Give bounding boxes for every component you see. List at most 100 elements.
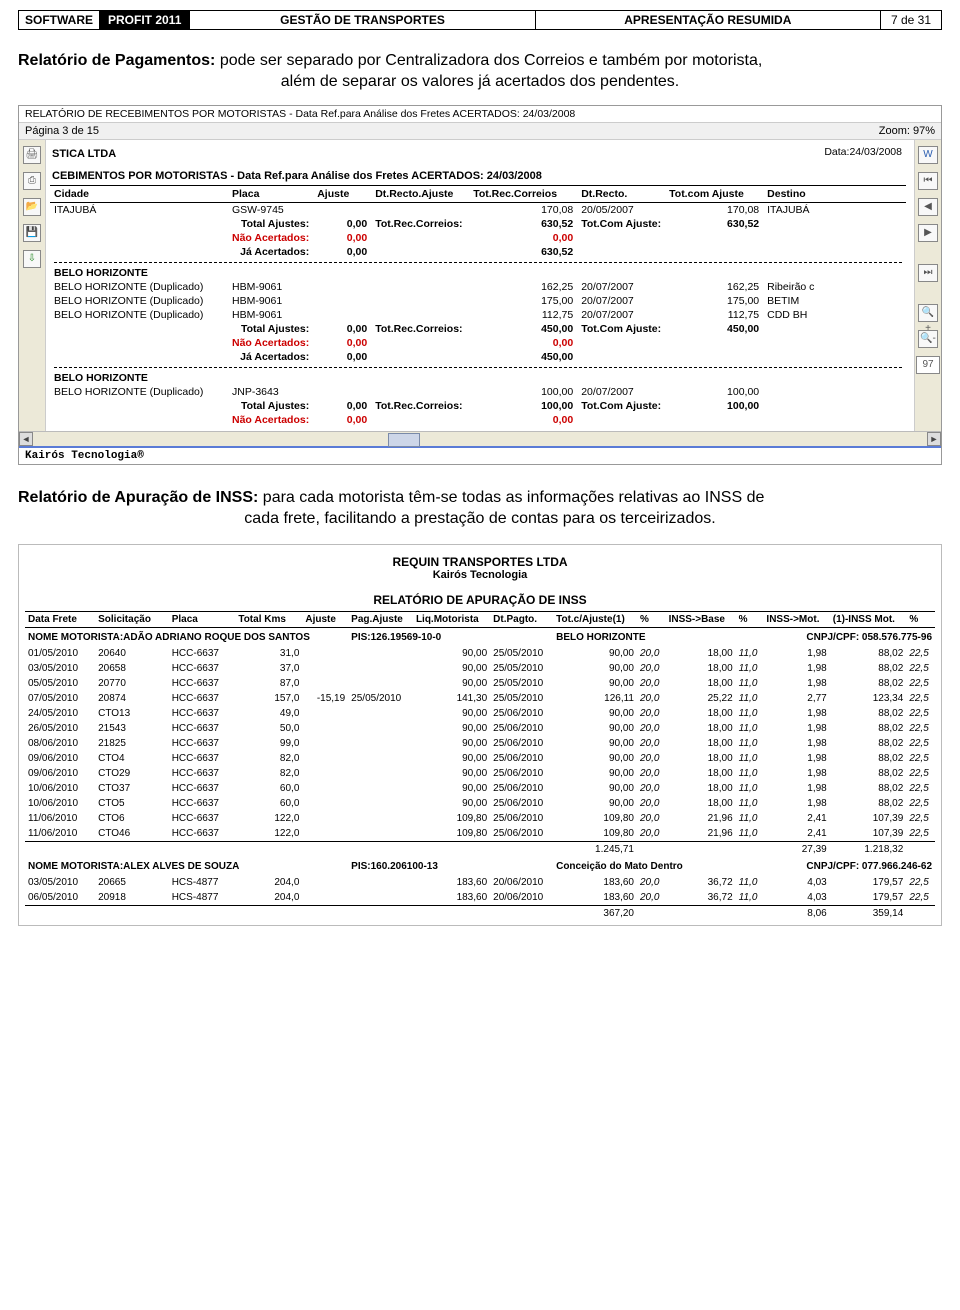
col-pct1: % [637, 612, 666, 628]
report-window: RELATÓRIO DE RECEBIMENTOS POR MOTORISTAS… [18, 105, 942, 465]
inss-kairos: Kairós Tecnologia [25, 569, 935, 581]
col-inss-mot: INSS->Mot. [763, 612, 829, 628]
table-row: 01/05/201020640HCC-663731,090,0025/05/20… [25, 646, 935, 661]
col-tot-rec-correios: Tot.Rec.Correios [469, 186, 577, 203]
scroll-right-icon[interactable]: ► [927, 432, 941, 446]
doc-header: SOFTWARE PROFIT 2011 GESTÃO DE TRANSPORT… [18, 10, 942, 30]
nav-prev-icon[interactable]: ◀ [918, 198, 938, 216]
table-row: 10/06/2010CTO5HCC-663760,090,0025/06/201… [25, 796, 935, 811]
inss-company: REQUIN TRANSPORTES LTDA [25, 555, 935, 569]
section-pagamentos-title: Relatório de Pagamentos: pode ser separa… [18, 52, 942, 70]
col-liq-motorista: Liq.Motorista [413, 612, 490, 628]
table-row: ITAJUBÁ GSW-9745 170,08 20/05/2007 170,0… [50, 203, 906, 218]
table-row: 08/06/201021825HCC-663799,090,0025/06/20… [25, 736, 935, 751]
scroll-thumb[interactable] [388, 433, 420, 447]
table-row: BELO HORIZONTE (Duplicado) JNP-3643 100,… [50, 385, 906, 399]
report-company: STICA LTDA [50, 144, 118, 164]
printer-setup-icon[interactable]: ⎙ [23, 172, 41, 190]
col-cidade: Cidade [50, 186, 228, 203]
inss-title: RELATÓRIO DE APURAÇÃO DE INSS [25, 593, 935, 607]
motorista-sum-row: 367,20 8,06 359,14 [25, 906, 935, 922]
report-table: Cidade Placa Ajuste Dt.Recto.Ajuste Tot.… [50, 185, 906, 427]
col-ajuste: Ajuste [313, 186, 371, 203]
section-inss-sub: cada frete, facilitando a prestação de c… [18, 510, 942, 528]
section-pagamentos-title-bold: Relatório de Pagamentos: [18, 52, 215, 69]
totals-row: Total Ajustes: 0,00 Tot.Rec.Correios: 63… [50, 217, 906, 231]
table-row: 24/05/2010CTO13HCC-663749,090,0025/06/20… [25, 706, 935, 721]
col-pag-ajuste: Pag.Ajuste [348, 612, 413, 628]
table-row: 03/05/201020658HCC-663737,090,0025/05/20… [25, 661, 935, 676]
col-ajuste: Ajuste [302, 612, 348, 628]
left-toolbar: 🖨 ⎙ 📂 💾 ⇩ [19, 140, 46, 431]
scroll-left-icon[interactable]: ◄ [19, 432, 33, 446]
group-head-row: BELO HORIZONTE [50, 266, 906, 280]
col-dt-recto: Dt.Recto. [577, 186, 665, 203]
table-row: 05/05/201020770HCC-663787,090,0025/05/20… [25, 676, 935, 691]
open-icon[interactable]: 📂 [23, 198, 41, 216]
zoom-out-icon[interactable]: 🔍- [918, 330, 938, 348]
export-icon[interactable]: ⇩ [23, 250, 41, 268]
report-subheader: CEBIMENTOS POR MOTORISTAS - Data Ref.par… [50, 164, 906, 185]
col-dt-recto-ajuste: Dt.Recto.Ajuste [371, 186, 469, 203]
motorista-group-row: NOME MOTORISTA:ALEX ALVES DE SOUZA PIS:1… [25, 857, 935, 875]
group-head-row: BELO HORIZONTE [50, 371, 906, 385]
export-word-icon[interactable]: W [918, 146, 938, 164]
table-row: 09/06/2010CTO29HCC-663782,090,0025/06/20… [25, 766, 935, 781]
report-sheet: STICA LTDA Data:24/03/2008 CEBIMENTOS PO… [46, 140, 914, 431]
totals-row: Total Ajustes: 0,00 Tot.Rec.Correios: 10… [50, 399, 906, 413]
report-titlebar: RELATÓRIO DE RECEBIMENTOS POR MOTORISTAS… [19, 106, 941, 123]
horizontal-scrollbar[interactable]: ◄ ► [19, 431, 941, 446]
totals-row: Total Ajustes: 0,00 Tot.Rec.Correios: 45… [50, 322, 906, 336]
col-inss1: (1)-INSS Mot. [830, 612, 907, 628]
table-row: 09/06/2010CTO4HCC-663782,090,0025/06/201… [25, 751, 935, 766]
nao-acertados-row: Não Acertados: 0,00 0,00 [50, 336, 906, 350]
zoom-value-box[interactable]: 97 [916, 356, 940, 374]
print-icon[interactable]: 🖨 [23, 146, 41, 164]
table-row: 26/05/201021543HCC-663750,090,0025/06/20… [25, 721, 935, 736]
nav-last-icon[interactable]: ⏭ [918, 264, 938, 282]
save-icon[interactable]: 💾 [23, 224, 41, 242]
col-inss-base: INSS->Base [666, 612, 736, 628]
hdr-gestao: GESTÃO DE TRANSPORTES [190, 11, 535, 29]
hdr-page-number: 7 de 31 [881, 11, 942, 29]
inss-table: Data Frete Solicitação Placa Total Kms A… [25, 611, 935, 921]
report-page-label: Página 3 de 15 [25, 125, 99, 137]
table-row: 06/05/201020918HCS-4877204,0183,6020/06/… [25, 890, 935, 906]
report-statusbar: Página 3 de 15 Zoom: 97% [19, 123, 941, 140]
section-inss-title-bold: Relatório de Apuração de INSS: [18, 489, 258, 506]
report-footer: Kairós Tecnologia® [19, 446, 941, 464]
table-row: 03/05/201020665HCS-4877204,0183,6020/06/… [25, 875, 935, 890]
inss-report: REQUIN TRANSPORTES LTDA Kairós Tecnologi… [18, 544, 942, 926]
col-placa: Placa [228, 186, 313, 203]
col-pct2: % [736, 612, 764, 628]
col-total-kms: Total Kms [235, 612, 302, 628]
nao-acertados-row: Não Acertados: 0,00 0,00 [50, 413, 906, 427]
section-inss-title: Relatório de Apuração de INSS: para cada… [18, 489, 942, 507]
table-row: 07/05/201020874HCC-6637157,0-15,1925/05/… [25, 691, 935, 706]
table-row: BELO HORIZONTE (Duplicado) HBM-9061 112,… [50, 308, 906, 322]
col-pct3: % [906, 612, 935, 628]
table-row: BELO HORIZONTE (Duplicado) HBM-9061 162,… [50, 280, 906, 294]
nao-acertados-row: Não Acertados: 0,00 0,00 [50, 231, 906, 245]
col-tot-com-ajuste: Tot.com Ajuste [665, 186, 763, 203]
nav-first-icon[interactable]: ⏮ [918, 172, 938, 190]
hdr-software: SOFTWARE [19, 11, 100, 29]
col-dt-pagto: Dt.Pagto. [490, 612, 553, 628]
right-toolbar: W ⏮ ◀ ▶ ⏭ 🔍+ 🔍- 97 [914, 140, 941, 431]
hdr-apresentacao: APRESENTAÇÃO RESUMIDA [536, 11, 881, 29]
ja-acertados-row: Já Acertados: 0,00 450,00 [50, 350, 906, 364]
nav-next-icon[interactable]: ▶ [918, 224, 938, 242]
motorista-sum-row: 1.245,71 27,39 1.218,32 [25, 842, 935, 858]
zoom-in-icon[interactable]: 🔍+ [918, 304, 938, 322]
col-tot-ajuste: Tot.c/Ajuste(1) [553, 612, 637, 628]
table-row: 10/06/2010CTO37HCC-663760,090,0025/06/20… [25, 781, 935, 796]
table-row: BELO HORIZONTE (Duplicado) HBM-9061 175,… [50, 294, 906, 308]
col-placa: Placa [169, 612, 236, 628]
col-destino: Destino [763, 186, 906, 203]
section-pagamentos-title-rest: pode ser separado por Centralizadora dos… [215, 52, 762, 69]
report-date: Data:24/03/2008 [820, 144, 906, 160]
section-inss-title-rest: para cada motorista têm-se todas as info… [258, 489, 764, 506]
col-data-frete: Data Frete [25, 612, 95, 628]
hdr-profit: PROFIT 2011 [100, 11, 190, 29]
table-row: 11/06/2010CTO6HCC-6637122,0109,8025/06/2… [25, 811, 935, 826]
